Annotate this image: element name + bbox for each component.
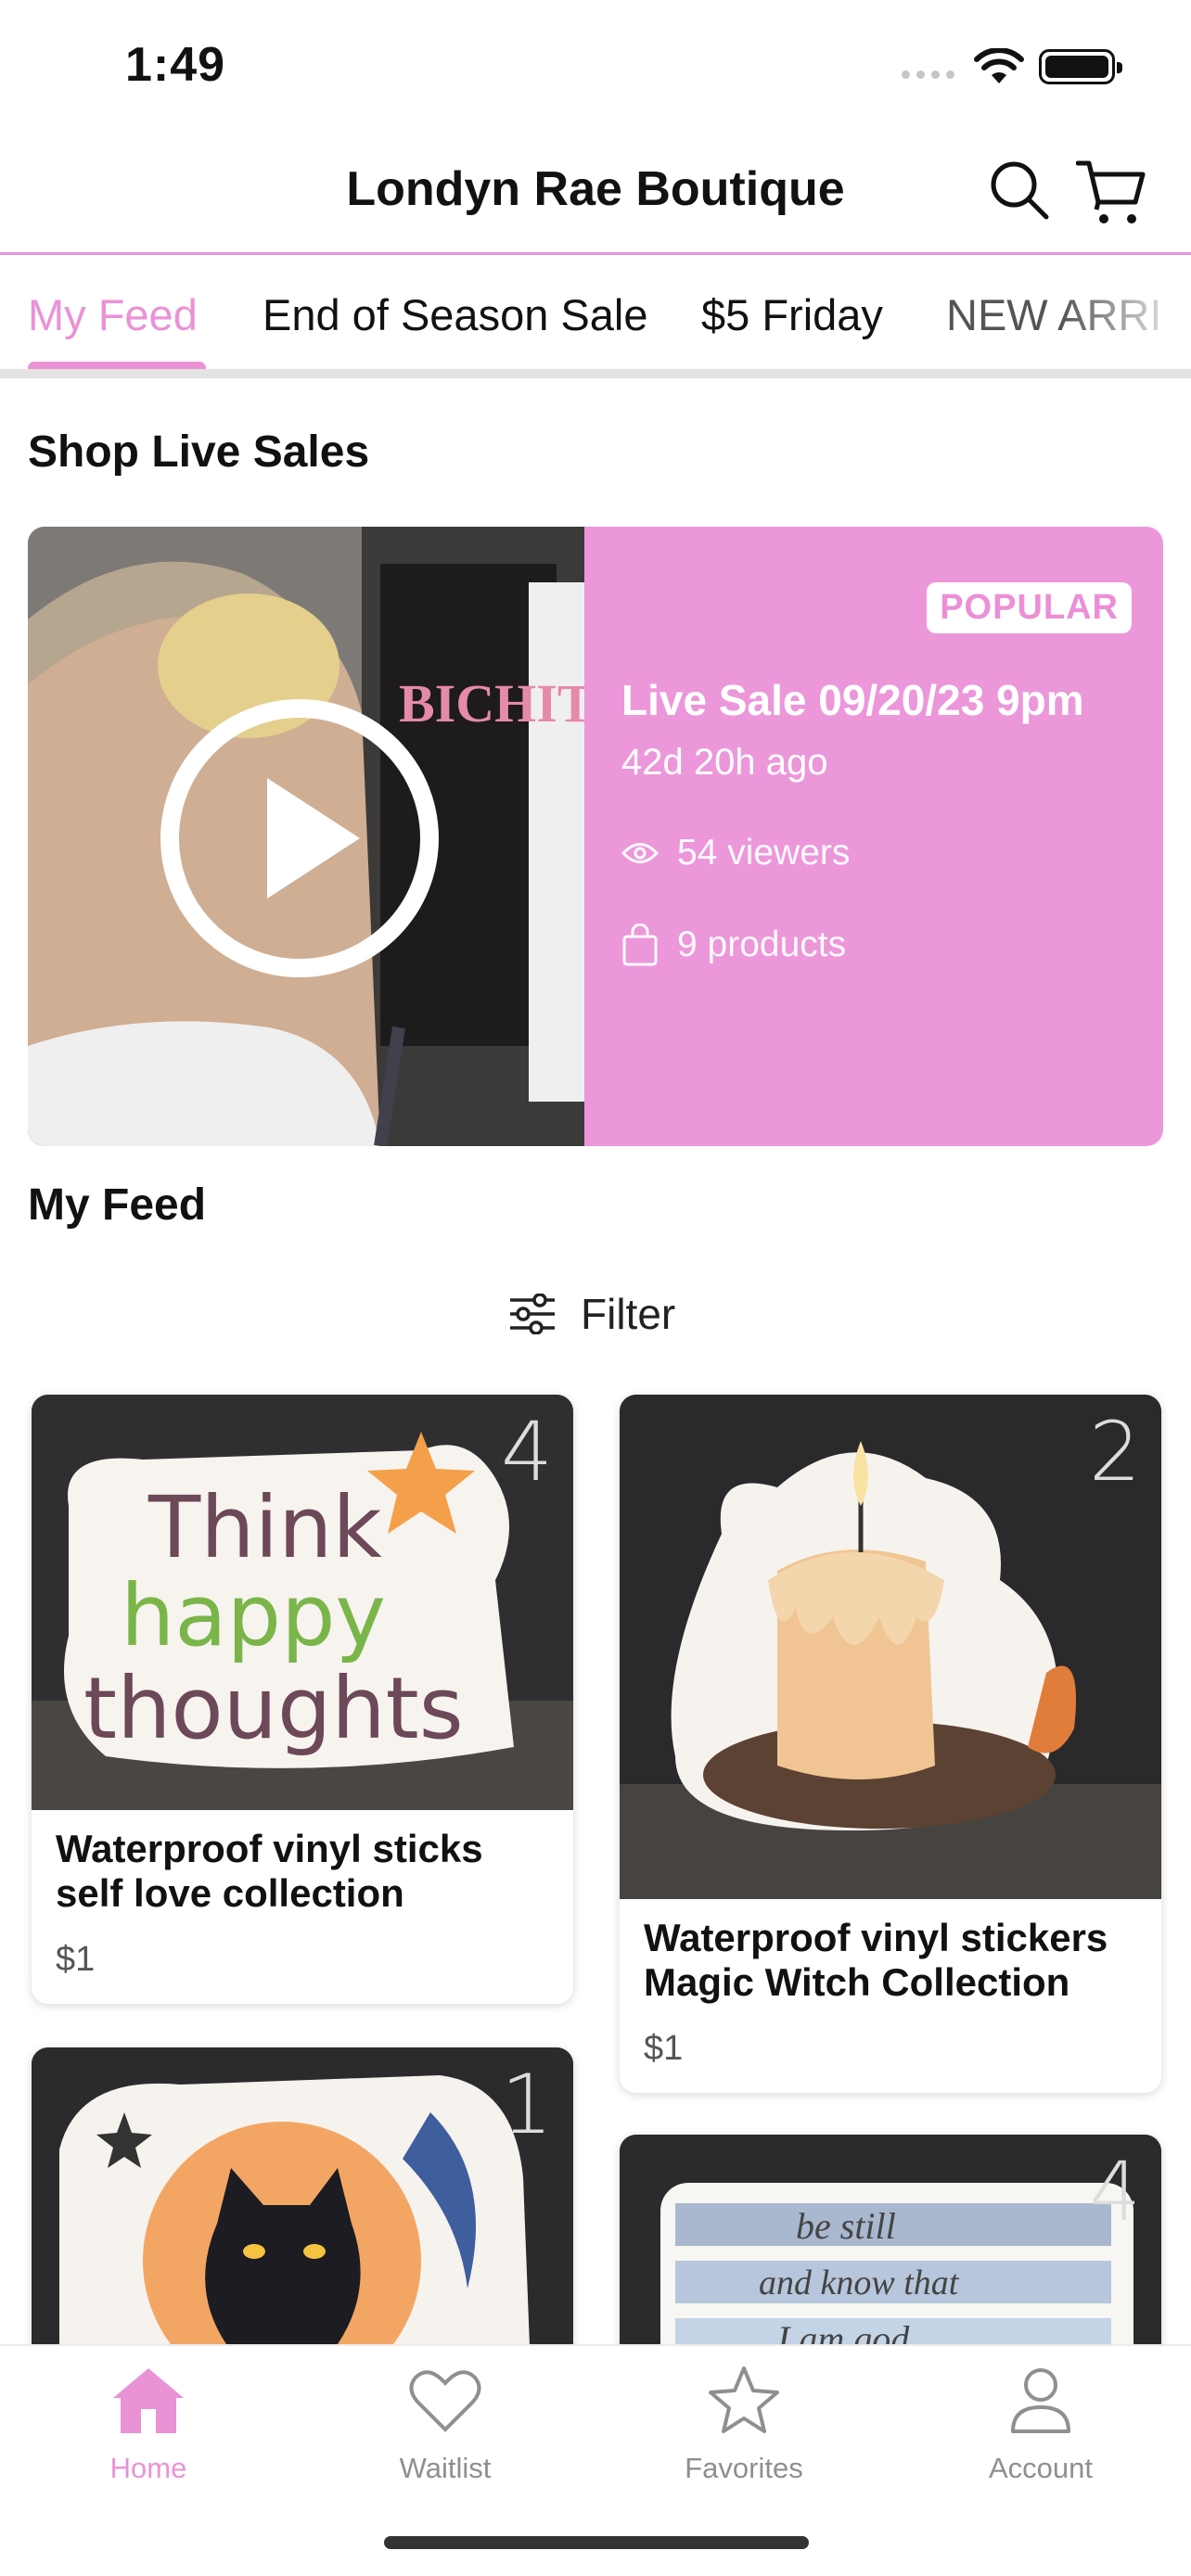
product-price: $1 xyxy=(644,2029,684,2068)
star-icon xyxy=(709,2366,779,2433)
product-tag-number: 4 xyxy=(501,1404,553,1499)
product-image: Think happy thoughts 4 xyxy=(32,1395,573,1810)
cellular-signal-icon xyxy=(902,70,954,79)
tabbar-home-label: Home xyxy=(109,2452,187,2484)
play-icon[interactable] xyxy=(160,699,439,977)
product-name: Waterproof vinyl sticks self love collec… xyxy=(56,1827,483,1915)
live-sale-time-ago: 42d 20h ago xyxy=(621,742,828,783)
sticker-line-1: be still xyxy=(796,2205,896,2247)
sticker-line-2: and know that xyxy=(759,2264,960,2302)
feed-heading: My Feed xyxy=(28,1180,207,1230)
think-happy-thoughts-sticker-image: Think happy thoughts xyxy=(32,1395,573,1810)
filter-label: Filter xyxy=(581,1290,676,1338)
category-tabs: My Feed End of Season Sale $5 Friday NEW… xyxy=(0,258,1191,378)
tab-end-of-season-sale[interactable]: End of Season Sale xyxy=(263,289,647,340)
shopping-bag-icon xyxy=(622,924,658,966)
sticker-word-thoughts: thoughts xyxy=(83,1659,464,1758)
search-icon[interactable] xyxy=(987,158,1052,223)
product-card[interactable]: 2 Waterproof vinyl stickers Magic Witch … xyxy=(620,1395,1161,2093)
heart-icon xyxy=(409,2370,481,2432)
sliders-icon xyxy=(510,1294,555,1334)
status-time: 1:49 xyxy=(125,38,226,92)
product-tag-number: 4 xyxy=(1089,2144,1141,2239)
tabbar-home[interactable]: Home xyxy=(56,2365,241,2485)
status-bar: 1:49 xyxy=(0,0,1191,130)
candle-sticker-image xyxy=(620,1395,1161,1899)
tabbar-waitlist[interactable]: Waitlist xyxy=(352,2365,538,2485)
home-icon xyxy=(113,2368,184,2433)
live-sale-info: POPULAR Live Sale 09/20/23 9pm 42d 20h a… xyxy=(584,527,1163,1146)
product-image: 2 xyxy=(620,1395,1161,1899)
tabbar-account[interactable]: Account xyxy=(948,2365,1133,2485)
product-card[interactable]: Think happy thoughts 4 Waterproof vinyl … xyxy=(32,1395,573,2004)
filter-button[interactable]: Filter xyxy=(508,1289,675,1339)
live-sale-thumbnail[interactable]: BICHITA xyxy=(28,527,584,1146)
tabs-fade xyxy=(1061,258,1191,369)
tab-my-feed[interactable]: My Feed xyxy=(28,289,198,340)
home-indicator xyxy=(384,2536,809,2549)
tabbar-favorites-label: Favorites xyxy=(685,2452,803,2484)
product-price: $1 xyxy=(56,1940,96,1979)
app-header: Londyn Rae Boutique xyxy=(0,130,1191,255)
products-row: 9 products xyxy=(621,924,846,966)
wifi-icon xyxy=(974,48,1024,83)
sticker-word-think: Think xyxy=(147,1478,382,1577)
live-sale-card[interactable]: BICHITA POPULAR Live Sale 09/20/23 9pm 4… xyxy=(28,527,1163,1146)
viewers-row: 54 viewers xyxy=(621,833,850,874)
battery-icon xyxy=(1039,49,1122,84)
live-sale-title: Live Sale 09/20/23 9pm xyxy=(621,676,1084,724)
viewers-count: 54 viewers xyxy=(677,833,851,873)
popular-badge: POPULAR xyxy=(927,582,1132,633)
cart-icon[interactable] xyxy=(1076,158,1148,228)
eye-icon xyxy=(621,843,659,863)
tab-5-friday[interactable]: $5 Friday xyxy=(701,289,883,340)
tabbar-account-label: Account xyxy=(988,2452,1093,2484)
product-tag-number: 2 xyxy=(1089,1404,1141,1499)
product-name: Waterproof vinyl stickers Magic Witch Co… xyxy=(644,1916,1108,2004)
tabbar-favorites[interactable]: Favorites xyxy=(651,2365,837,2485)
active-tab-indicator xyxy=(28,362,206,369)
products-count: 9 products xyxy=(677,925,847,964)
product-tag-number: 1 xyxy=(501,2057,553,2152)
sticker-word-happy: happy xyxy=(121,1566,386,1665)
tabbar-waitlist-label: Waitlist xyxy=(399,2452,492,2484)
person-icon xyxy=(1011,2368,1070,2433)
live-sales-heading: Shop Live Sales xyxy=(28,427,370,477)
